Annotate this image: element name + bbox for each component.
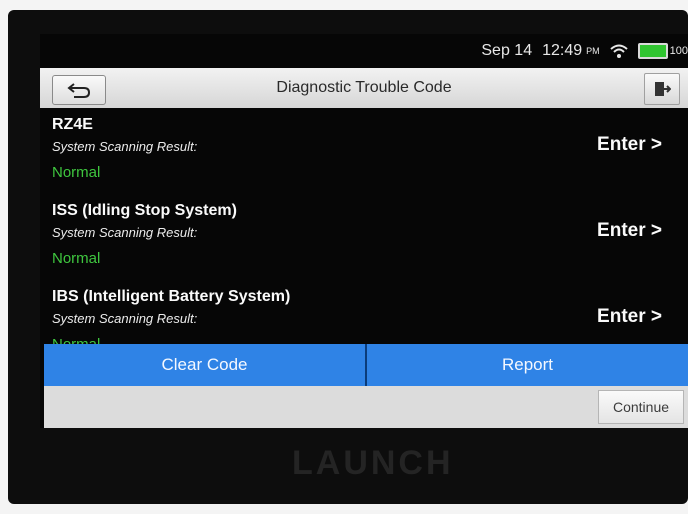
exit-button[interactable] bbox=[644, 73, 680, 105]
battery-icon: 100 bbox=[637, 43, 688, 59]
scan-result-status: Normal bbox=[52, 250, 101, 267]
system-name: ISS (Idling Stop System) bbox=[52, 202, 237, 219]
status-bar: Sep 14 12:49 PM 100 bbox=[428, 34, 688, 68]
bottom-bar: Continue bbox=[44, 386, 688, 428]
back-arrow-icon bbox=[67, 83, 91, 98]
system-name: IBS (Intelligent Battery System) bbox=[52, 288, 291, 305]
system-list: RZ4E System Scanning Result: Normal Ente… bbox=[40, 108, 688, 353]
status-ampm: PM bbox=[586, 46, 600, 56]
launch-logo: LAUNCH bbox=[292, 444, 454, 482]
battery-text: 100 bbox=[669, 45, 688, 57]
battery-level bbox=[637, 43, 668, 59]
scan-result-label: System Scanning Result: bbox=[52, 311, 198, 326]
enter-button[interactable]: Enter > bbox=[597, 306, 662, 328]
scan-result-status: Normal bbox=[52, 164, 101, 181]
page-title: Diagnostic Trouble Code bbox=[276, 79, 452, 96]
wifi-icon bbox=[609, 44, 628, 58]
scan-result-label: System Scanning Result: bbox=[52, 225, 198, 240]
system-row-iss[interactable]: ISS (Idling Stop System) System Scanning… bbox=[40, 194, 688, 280]
title-bar: Diagnostic Trouble Code bbox=[40, 68, 688, 108]
status-time: 12:49 bbox=[542, 42, 583, 59]
enter-button[interactable]: Enter > bbox=[597, 134, 662, 156]
back-button[interactable] bbox=[52, 75, 106, 105]
enter-button[interactable]: Enter > bbox=[597, 220, 662, 242]
system-row-rz4e[interactable]: RZ4E System Scanning Result: Normal Ente… bbox=[40, 108, 688, 194]
clear-code-button[interactable]: Clear Code bbox=[44, 344, 365, 386]
report-button[interactable]: Report bbox=[365, 344, 688, 386]
status-date: Sep 14 bbox=[481, 42, 533, 59]
exit-icon bbox=[655, 82, 671, 96]
system-name: RZ4E bbox=[52, 116, 93, 133]
scan-result-label: System Scanning Result: bbox=[52, 139, 198, 154]
continue-button[interactable]: Continue bbox=[598, 390, 684, 424]
action-bar: Clear Code Report bbox=[44, 344, 688, 386]
screen: Sep 14 12:49 PM 100 Diagnostic Trouble C… bbox=[40, 34, 688, 428]
